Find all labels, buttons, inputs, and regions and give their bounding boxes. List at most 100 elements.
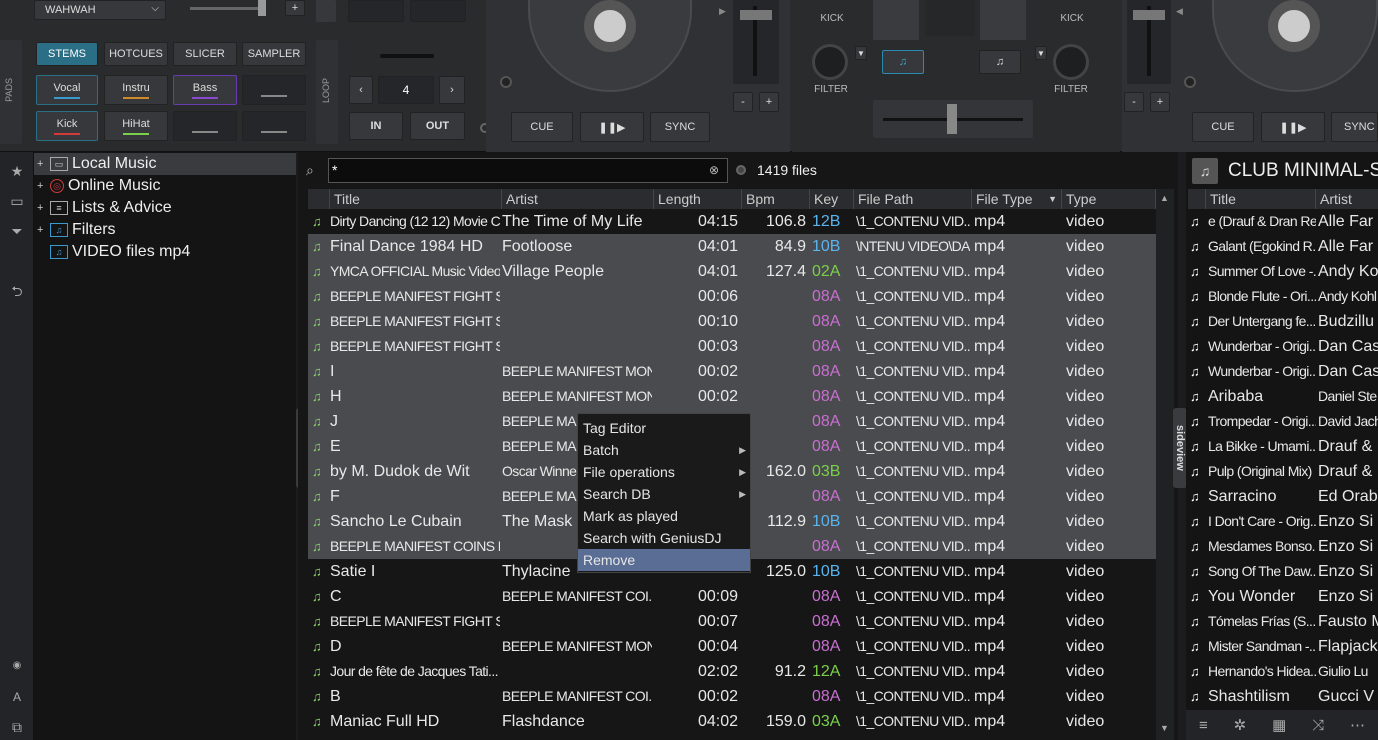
- menu-item-mark-as-played[interactable]: Mark as played: [578, 505, 750, 527]
- headphone-right-icon[interactable]: ♫: [979, 50, 1021, 74]
- column-header-length[interactable]: Length: [654, 189, 742, 209]
- pad-empty[interactable]: [242, 111, 306, 141]
- tree-item-video-files[interactable]: ♫ VIDEO files mp4: [34, 241, 190, 263]
- loop-halve-button[interactable]: ‹: [349, 76, 373, 104]
- effect-slider-handle[interactable]: [258, 0, 266, 16]
- pad-slot[interactable]: [410, 0, 466, 22]
- pitch-handle[interactable]: [1133, 10, 1165, 20]
- back-icon[interactable]: ⮌: [4, 280, 30, 306]
- pitch-minus-button[interactable]: -: [733, 92, 753, 112]
- tree-item-local-music[interactable]: + ▭ Local Music: [34, 153, 296, 175]
- dot-icon[interactable]: ◉: [4, 652, 30, 678]
- sideview-row[interactable]: ♫ I Don't Care - Orig... Enzo Si: [1188, 509, 1378, 534]
- chevron-down-icon[interactable]: ▼: [1035, 46, 1047, 60]
- pad-mode-sampler[interactable]: SAMPLER: [242, 42, 306, 66]
- sideview-row[interactable]: ♫ Wunderbar - Origi... Dan Cas: [1188, 334, 1378, 359]
- pad-mode-stems[interactable]: STEMS: [36, 42, 98, 66]
- table-row[interactable]: ♫ H BEEPLE MANIFEST MON... 00:02 08A \1_CONTE…: [308, 384, 1156, 409]
- menu-item-remove[interactable]: Remove: [578, 549, 750, 571]
- pitch-minus-button[interactable]: -: [1124, 92, 1144, 112]
- sideview-row[interactable]: ♫ Pulp (Original Mix) Drauf &: [1188, 459, 1378, 484]
- filter-icon[interactable]: ⏷: [4, 218, 30, 244]
- crossfader[interactable]: [873, 100, 1033, 138]
- pad-empty[interactable]: [173, 111, 237, 141]
- automix-icon[interactable]: ✲: [1234, 716, 1247, 734]
- channel-fader-left[interactable]: [873, 0, 919, 40]
- scroll-down-icon[interactable]: ▼: [1160, 723, 1169, 733]
- table-row[interactable]: ♫ Dirty Dancing (12 12) Movie C... The Tim…: [308, 209, 1156, 234]
- pad-mode-hotcues[interactable]: HOTCUES: [104, 42, 168, 66]
- sideview-row[interactable]: ♫ Shashtilism Gucci V: [1188, 684, 1378, 709]
- menu-item-tag-editor[interactable]: Tag Editor: [578, 417, 750, 439]
- effect-slider[interactable]: [190, 7, 266, 10]
- table-row[interactable]: ♫ Jour de fête de Jacques Tati... 02:02 91.…: [308, 659, 1156, 684]
- tree-item-filters[interactable]: + ♫ Filters: [34, 219, 116, 241]
- sideview-row[interactable]: ♫ La Bikke - Umami... Drauf &: [1188, 434, 1378, 459]
- expand-icon[interactable]: +: [37, 180, 47, 192]
- pad-mode-slicer[interactable]: SLICER: [173, 42, 237, 66]
- cue-button-right[interactable]: CUE: [1192, 112, 1254, 142]
- column-header-key[interactable]: Key: [810, 189, 854, 209]
- stem-pad-vocal[interactable]: Vocal: [36, 75, 98, 105]
- tree-item-online-music[interactable]: + ◎ Online Music: [34, 175, 160, 197]
- clear-search-icon[interactable]: ⊗: [709, 159, 719, 181]
- column-header-bpm[interactable]: Bpm: [742, 189, 810, 209]
- column-header-type[interactable]: Type: [1062, 189, 1156, 209]
- add-effect-button[interactable]: +: [285, 0, 305, 16]
- table-row[interactable]: ♫ C BEEPLE MANIFEST COI... 00:09 08A \1_CONTE…: [308, 584, 1156, 609]
- sideview-column-title[interactable]: Title: [1206, 189, 1316, 209]
- shuffle-icon[interactable]: ⤨: [1312, 717, 1324, 734]
- menu-item-file-operations[interactable]: File operations ▶: [578, 461, 750, 483]
- loop-double-button[interactable]: ›: [439, 76, 465, 104]
- sideview-column-artist[interactable]: Artist: [1316, 189, 1378, 209]
- folder-add-icon[interactable]: ▭: [4, 188, 30, 214]
- table-row[interactable]: ♫ D BEEPLE MANIFEST MON... 00:04 08A \1_CONTE…: [308, 634, 1156, 659]
- table-row[interactable]: ♫ YMCA OFFICIAL Music Video... Village Peo…: [308, 259, 1156, 284]
- sideview-row[interactable]: ♫ Aribaba Daniel Ste: [1188, 384, 1378, 409]
- stem-pad-instru[interactable]: Instru: [104, 75, 168, 105]
- menu-item-batch[interactable]: Batch ▶: [578, 439, 750, 461]
- sideview-row[interactable]: ♫ Tómelas Frías (S...Fausto M: [1188, 609, 1378, 634]
- chevron-down-icon[interactable]: ▼: [855, 46, 867, 60]
- sort-icon[interactable]: ≡: [1199, 717, 1208, 734]
- sideview-row[interactable]: ♫ e (Drauf & Dran RemAlle Far: [1188, 209, 1378, 234]
- sideview-row[interactable]: ♫ Song Of The Daw... Enzo Si: [1188, 559, 1378, 584]
- pad-empty[interactable]: [242, 75, 306, 105]
- expand-icon[interactable]: +: [37, 224, 47, 236]
- table-row[interactable]: ♫ Maniac Full HD Flashdance 04:02 159.0 03A \1…: [308, 709, 1156, 734]
- window-icon[interactable]: ⧉: [4, 714, 30, 740]
- sideview-tab[interactable]: sideview: [1173, 408, 1187, 488]
- pitch-handle[interactable]: [740, 10, 772, 20]
- stem-pad-kick[interactable]: Kick: [36, 111, 98, 141]
- headphone-left-icon[interactable]: ♫: [882, 50, 924, 74]
- sideview-row[interactable]: ♫ Wunderbar - Origi... Dan Cas: [1188, 359, 1378, 384]
- more-icon[interactable]: ⋯: [1350, 716, 1365, 734]
- play-pause-button[interactable]: ❚❚▶: [580, 112, 644, 142]
- expand-icon[interactable]: +: [37, 158, 47, 170]
- deck-option-button[interactable]: [316, 0, 336, 22]
- sideview-row[interactable]: ♫ Trompedar - Origi... David Jach,: [1188, 409, 1378, 434]
- sideview-row[interactable]: ♫ Mister Sandman -... Flapjack: [1188, 634, 1378, 659]
- column-header-file-path[interactable]: File Path: [854, 189, 972, 209]
- loop-out-button[interactable]: OUT: [410, 112, 465, 140]
- expand-icon[interactable]: +: [37, 202, 47, 214]
- sideview-row[interactable]: ♫ Summer Of Love -...Andy Koh: [1188, 259, 1378, 284]
- table-row[interactable]: ♫ BEEPLE MANIFEST FIGHT S... 00:07 08A \1_CO…: [308, 609, 1156, 634]
- grid-icon[interactable]: ▦: [1272, 716, 1286, 734]
- scrollbar[interactable]: ▲ ▼: [1156, 189, 1174, 740]
- stem-pad-hihat[interactable]: HiHat: [104, 111, 168, 141]
- table-row[interactable]: ♫ B BEEPLE MANIFEST COI... 00:02 08A \1_CONTE…: [308, 684, 1156, 709]
- column-header-artist[interactable]: Artist: [502, 189, 654, 209]
- menu-item-search-db[interactable]: Search DB ▶: [578, 483, 750, 505]
- pad-slot[interactable]: [348, 0, 404, 22]
- sideview-row[interactable]: ♫ Galant (Egokind R... Alle Far: [1188, 234, 1378, 259]
- pitch-slider[interactable]: [733, 0, 779, 84]
- font-size-icon[interactable]: A: [4, 684, 30, 710]
- channel-fader-right[interactable]: [980, 0, 1026, 40]
- column-header-file-type[interactable]: File Type ▼: [972, 189, 1062, 209]
- sideview-row[interactable]: ♫ Blonde Flute - Ori... Andy Kohl: [1188, 284, 1378, 309]
- pitch-plus-button[interactable]: +: [759, 92, 779, 112]
- scroll-up-icon[interactable]: ▲: [1160, 193, 1169, 203]
- filter-knob-left[interactable]: [812, 44, 848, 80]
- table-row[interactable]: ♫ BEEPLE MANIFEST FIGHT S... 00:06 08A \1_CO…: [308, 284, 1156, 309]
